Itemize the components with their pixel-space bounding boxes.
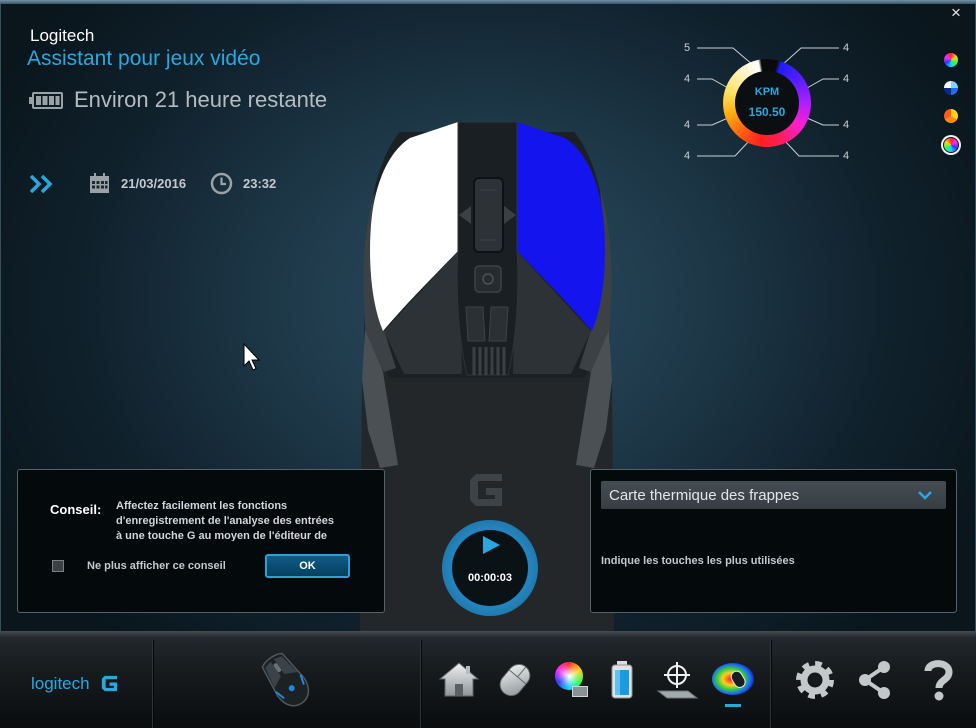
g-logo-icon xyxy=(470,474,502,506)
view-dropdown[interactable]: Carte thermique des frappes xyxy=(601,481,946,509)
orange-spectrum-icon[interactable] xyxy=(941,106,961,126)
tip-label: Conseil: xyxy=(50,502,102,517)
logitech-logo-text: logitech xyxy=(31,674,90,693)
footer-divider xyxy=(420,640,421,728)
footer-bar: logitech xyxy=(0,631,976,728)
tip-line: Affectez facilement les fonctions xyxy=(116,500,288,512)
gauge-right-label: 4 xyxy=(842,73,850,85)
footer-divider xyxy=(770,640,771,728)
session-time: 23:32 xyxy=(243,176,277,191)
full-spectrum-icon[interactable] xyxy=(941,135,961,155)
app-title: Assistant pour jeux vidéo xyxy=(27,47,261,70)
gauge-right-label: 4 xyxy=(842,42,850,54)
gauge-left-label: 4 xyxy=(683,119,691,131)
extra-button-right xyxy=(488,306,509,342)
tip-panel: Conseil: Affectez facilement les fonctio… xyxy=(17,469,385,613)
kpm-ring: KPM 150.50 xyxy=(723,59,811,147)
clock-icon xyxy=(210,172,233,195)
gauge-left-label: 4 xyxy=(683,73,691,85)
app-window: × Logitech Assistant pour jeux vidéo Env… xyxy=(0,0,976,728)
home-icon[interactable] xyxy=(437,658,481,702)
view-description: Indique les touches les plus utilisées xyxy=(601,555,795,567)
g-logo-icon xyxy=(101,675,118,692)
help-icon[interactable] xyxy=(916,658,960,702)
gauge-left-label: 5 xyxy=(683,42,691,54)
scroll-wheel xyxy=(473,177,504,253)
gauge-right-label: 4 xyxy=(842,150,850,162)
view-dropdown-value: Carte thermique des frappes xyxy=(609,487,800,504)
device-mouse-thumbnail[interactable] xyxy=(254,648,318,712)
gear-icon[interactable] xyxy=(793,658,837,702)
dpi-button xyxy=(474,265,502,293)
kpm-value: 150.50 xyxy=(748,105,786,119)
ok-button[interactable]: OK xyxy=(265,554,350,578)
gauge-left-label: 4 xyxy=(683,150,691,162)
session-date: 21/03/2016 xyxy=(121,176,187,191)
calendar-icon xyxy=(90,173,109,193)
blue-spectrum-icon[interactable] xyxy=(941,78,961,98)
kpm-label: KPM xyxy=(754,86,780,98)
mouse-customize-icon[interactable] xyxy=(493,658,537,702)
tip-line: d'enregistrement de l'analyse des entrée… xyxy=(116,515,334,527)
lighting-icon[interactable] xyxy=(548,658,592,702)
gauge-right-label: 4 xyxy=(842,119,850,131)
brand-label: Logitech xyxy=(30,26,95,45)
mouse-pointer-icon xyxy=(243,343,261,371)
kpm-center: KPM 150.50 xyxy=(735,71,799,135)
battery-status: Environ 21 heure restante xyxy=(74,87,328,112)
battery-icon xyxy=(29,92,63,109)
tip-text: Affectez facilement les fonctions d'enre… xyxy=(116,499,376,541)
timer-face: 00:00:03 xyxy=(452,530,528,606)
share-icon[interactable] xyxy=(853,658,897,702)
heatmap-icon[interactable] xyxy=(711,658,755,707)
chevron-down-icon xyxy=(918,491,932,500)
play-icon xyxy=(483,536,500,554)
footer-divider xyxy=(152,640,153,728)
hide-tip-checkbox[interactable] xyxy=(52,560,64,572)
kpm-gauge: KPM 150.50 5 4 4 4 4 4 4 4 xyxy=(678,36,858,168)
record-timer-button[interactable]: 00:00:03 xyxy=(442,520,538,616)
double-chevron-right-icon[interactable] xyxy=(29,174,55,194)
extra-button-left xyxy=(465,306,486,342)
rainbow-icon[interactable] xyxy=(941,50,961,70)
pointer-settings-icon[interactable] xyxy=(655,658,699,702)
elapsed-time: 00:00:03 xyxy=(467,572,513,584)
tip-line: à une touche G au moyen de l'éditeur de xyxy=(116,530,328,541)
view-panel: Carte thermique des frappes Indique les … xyxy=(590,469,957,613)
battery-icon[interactable] xyxy=(600,658,644,702)
hide-tip-label: Ne plus afficher ce conseil xyxy=(87,560,226,572)
